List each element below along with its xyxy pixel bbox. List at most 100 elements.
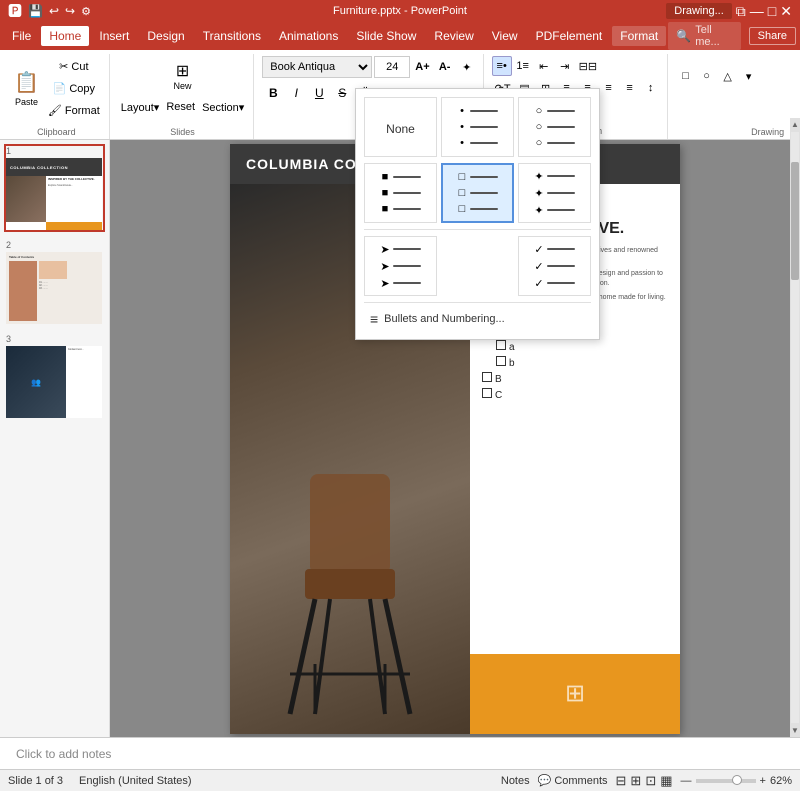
chair-svg [260,414,440,734]
menu-home[interactable]: Home [41,26,89,46]
menu-format[interactable]: Format [612,26,666,46]
menu-insert[interactable]: Insert [91,26,137,46]
zoom-level[interactable]: 62% [770,775,792,787]
bullet-panel: None • • • ○ ○ ○ ■ ■ ■ □ □ □ ✦ ✦ [355,88,600,340]
bullet-divider-2 [364,302,591,303]
status-bar: Slide 1 of 3 English (United States) Not… [0,769,800,791]
font-name-select[interactable]: Book Antiqua [262,56,372,78]
underline-btn[interactable]: U [308,82,330,104]
slide-thumb-2[interactable]: 2 Table of Contents 01 ........02 ......… [4,238,105,326]
bullet-filled-square-option[interactable]: ■ ■ ■ [364,163,437,223]
close-btn[interactable]: ✕ [780,3,792,20]
shape1-btn[interactable]: □ [676,66,696,86]
maximize-btn[interactable]: □ [768,3,776,19]
checklist-item-C: C [482,387,668,401]
slides-label: Slides [118,125,248,137]
slide-img-3: 👥 Content text... [6,346,102,418]
bullet-none-option[interactable]: None [364,97,437,157]
shape2-btn[interactable]: ○ [697,66,717,86]
slide-thumb-1[interactable]: 1 COLUMBIA COLLECTION INSPIRED BY THE CO… [4,144,105,232]
reading-view-btn[interactable]: ⊡ [645,773,656,789]
search-icon: 🔍 [676,29,691,43]
restore-btn[interactable]: ⧉ [736,3,746,20]
slide-reset-btn[interactable]: Reset [163,97,198,117]
increase-font-btn[interactable]: A+ [412,57,432,77]
bullet-hollow-circle-option[interactable]: ○ ○ ○ [518,97,591,157]
add-notes-text[interactable]: Click to add notes [16,747,784,761]
checklist-item-B: B [482,371,668,385]
copy-btn[interactable]: 📄 Copy [45,78,103,98]
bullets-numbering-btn[interactable]: ≡ Bullets and Numbering... [364,307,591,331]
bullets-btn[interactable]: ≡• [492,56,512,76]
zoom-in-btn[interactable]: + [760,775,766,787]
notes-tab[interactable]: Notes [501,775,530,787]
slide-thumb-3[interactable]: 3 👥 Content text... [4,332,105,420]
menu-file[interactable]: File [4,26,39,46]
bullet-diamond-option[interactable]: ✦ ✦ ✦ [518,163,591,223]
new-slide-btn[interactable]: ⊞ New [161,56,205,96]
scroll-thumb[interactable] [791,162,799,280]
menu-bar: File Home Insert Design Transitions Anim… [0,22,800,50]
cut-btn[interactable]: ✂ Cut [45,56,103,76]
normal-view-btn[interactable]: ⊟ [616,773,627,789]
bullet-divider [364,229,591,230]
numbering-btn[interactable]: 1≡ [513,56,533,76]
columns-btn[interactable]: ⊟⊟ [576,56,600,76]
slide-section-btn[interactable]: Section▾ [199,97,247,117]
slide-orange-footer: ⊞ [470,654,680,734]
share-btn[interactable]: Share [749,27,796,45]
window-title: Furniture.pptx - PowerPoint [333,5,467,17]
menu-pdfelement[interactable]: PDFelement [528,26,611,46]
presenter-view-btn[interactable]: ▦ [660,773,672,789]
menu-transitions[interactable]: Transitions [195,26,269,46]
none-label: None [386,122,415,136]
italic-btn[interactable]: I [285,82,307,104]
zoom-control: — + 62% [681,775,792,787]
line-spacing-btn[interactable]: ↕ [641,78,661,98]
paste-icon: 📋 [14,70,39,95]
redo-btn[interactable]: ↪ [65,4,75,18]
slides-group: ⊞ New Layout▾ Reset Section▾ Slides [112,54,255,139]
menu-design[interactable]: Design [139,26,192,46]
bullet-hollow-square-option[interactable]: □ □ □ [441,163,514,223]
format-painter-btn[interactable]: 🖌 Format [45,100,103,120]
increase-indent-btn[interactable]: ⇥ [555,56,575,76]
menu-slideshow[interactable]: Slide Show [348,26,424,46]
zoom-out-btn[interactable]: — [681,775,692,787]
search-box[interactable]: 🔍 Tell me... [668,22,740,50]
paste-btn[interactable]: 📋 Paste [10,59,43,117]
decrease-indent-btn[interactable]: ⇤ [534,56,554,76]
slide-num-1: 1 [6,146,103,156]
slide-layout-btn[interactable]: Layout▾ [118,97,163,117]
strikethrough-btn[interactable]: S [331,82,353,104]
menu-review[interactable]: Review [426,26,481,46]
customize-btn[interactable]: ⚙ [81,5,91,18]
decrease-font-btn[interactable]: A- [435,57,455,77]
vertical-scrollbar[interactable]: ▲ ▼ [790,140,800,737]
menu-view[interactable]: View [484,26,526,46]
comments-tab[interactable]: 💬Comments [538,774,608,787]
slide-sorter-btn[interactable]: ⊞ [630,773,641,789]
shape3-btn[interactable]: △ [718,66,738,86]
bullet-arrow-option[interactable]: ➤ ➤ ➤ [364,236,437,296]
drawing-label: Drawing... [666,3,732,19]
minimize-btn[interactable]: — [750,3,764,19]
bullet-filled-circle-option[interactable]: • • • [441,97,514,157]
align-right-btn[interactable]: ≡ [599,78,619,98]
undo-btn[interactable]: ↩ [49,4,59,18]
scroll-track[interactable] [791,140,799,723]
view-buttons: ⊟ ⊞ ⊡ ▦ [616,773,673,789]
menu-animations[interactable]: Animations [271,26,346,46]
clear-format-btn[interactable]: ✦ [457,57,477,77]
shapes-more-btn[interactable]: ▾ [739,66,759,86]
scroll-down-arrow[interactable]: ▼ [789,724,800,737]
font-size-input[interactable] [374,56,410,78]
bold-btn[interactable]: B [262,82,284,104]
title-bar-right: Drawing... ⧉ — □ ✕ [666,3,792,20]
clipboard-top: 📋 Paste ✂ Cut 📄 Copy 🖌 Format [10,56,103,120]
zoom-thumb[interactable] [732,775,742,785]
zoom-slider[interactable] [696,779,756,783]
bullet-checkmark-option[interactable]: ✓ ✓ ✓ [518,236,591,296]
justify-btn[interactable]: ≡ [620,78,640,98]
quick-save[interactable]: 💾 [28,4,43,18]
